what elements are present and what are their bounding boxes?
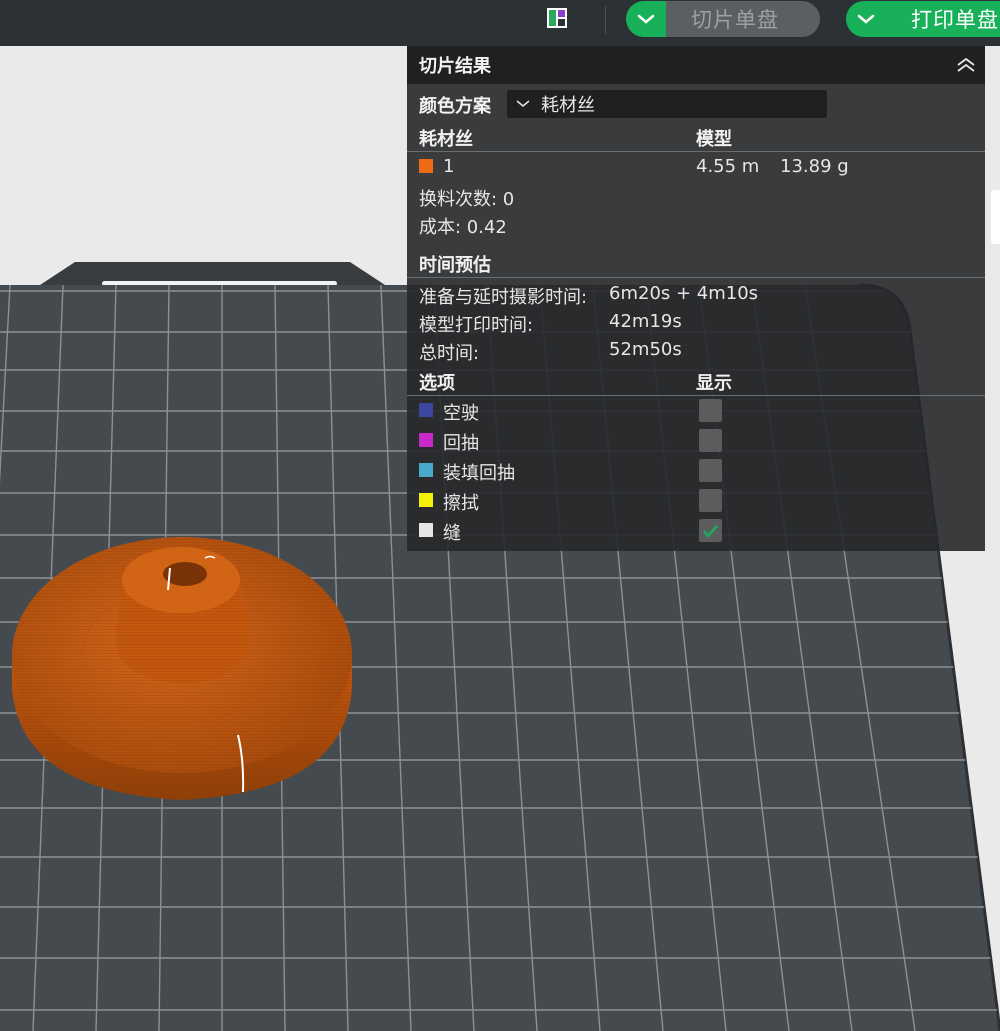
option-label-seam: 缝 (443, 523, 461, 544)
time-value: 42m19s (609, 311, 682, 332)
option-label-wipe: 擦拭 (443, 493, 479, 514)
option-color-swatch (419, 463, 433, 477)
slice-plate-button[interactable]: 切片单盘 (666, 1, 820, 37)
divider (407, 277, 985, 278)
divider (407, 151, 985, 152)
slice-result-header[interactable]: 切片结果 (407, 46, 985, 84)
option-label-travel: 空驶 (443, 403, 479, 424)
option-color-swatch (419, 493, 433, 507)
option-checkbox-retract[interactable] (699, 429, 722, 452)
chevron-down-icon (516, 100, 530, 107)
filament-weight: 13.89 g (780, 156, 849, 177)
display-column-header: 显示 (696, 373, 732, 394)
filament-column-header: 耗材丝 (419, 129, 473, 150)
cost: 成本: 0.42 (419, 217, 507, 238)
time-label: 模型打印时间: (419, 315, 534, 336)
print-dropdown-button[interactable] (846, 1, 886, 37)
filament-changes: 换料次数: 0 (419, 189, 515, 210)
option-checkbox-travel[interactable] (699, 399, 722, 422)
filament-color-swatch (419, 159, 433, 173)
option-color-swatch (419, 523, 433, 537)
print-plate-button[interactable]: 打印单盘 (886, 1, 1000, 37)
checkmark-icon (703, 525, 718, 538)
color-scheme-label: 颜色方案 (419, 96, 491, 117)
collapse-icon[interactable] (955, 56, 977, 74)
sliced-model[interactable] (12, 537, 352, 800)
model-column-header: 模型 (696, 129, 732, 150)
panel-title: 切片结果 (419, 56, 491, 77)
time-value: 6m20s + 4m10s (609, 283, 759, 304)
option-color-swatch (419, 403, 433, 417)
filament-id: 1 (443, 156, 455, 177)
time-estimate-header: 时间预估 (419, 255, 491, 276)
time-value: 52m50s (609, 339, 682, 360)
time-label: 准备与延时摄影时间: (419, 287, 588, 308)
option-checkbox-seam[interactable] (699, 519, 722, 542)
options-column-header: 选项 (419, 373, 455, 394)
chevron-down-icon (637, 14, 655, 24)
toolbar-divider (605, 6, 606, 34)
filament-length: 4.55 m (696, 156, 760, 177)
color-scheme-select[interactable]: 耗材丝 (507, 90, 827, 118)
option-color-swatch (419, 433, 433, 447)
chevron-down-icon (857, 14, 875, 24)
slice-result-panel: 切片结果 颜色方案 耗材丝 耗材丝 模型 1 4.55 m 13.89 g 换料… (407, 46, 985, 551)
color-scheme-value: 耗材丝 (541, 95, 595, 116)
option-checkbox-deretract[interactable] (699, 459, 722, 482)
option-label-retract: 回抽 (443, 433, 479, 454)
side-panel-tab[interactable] (991, 190, 1000, 244)
time-label: 总时间: (419, 343, 480, 364)
option-checkbox-wipe[interactable] (699, 489, 722, 512)
top-toolbar: 切片单盘 打印单盘 (0, 0, 1000, 46)
slice-dropdown-button[interactable] (626, 1, 666, 37)
divider (407, 395, 985, 396)
layout-icon[interactable] (546, 7, 568, 29)
option-label-deretract: 装填回抽 (443, 463, 515, 484)
